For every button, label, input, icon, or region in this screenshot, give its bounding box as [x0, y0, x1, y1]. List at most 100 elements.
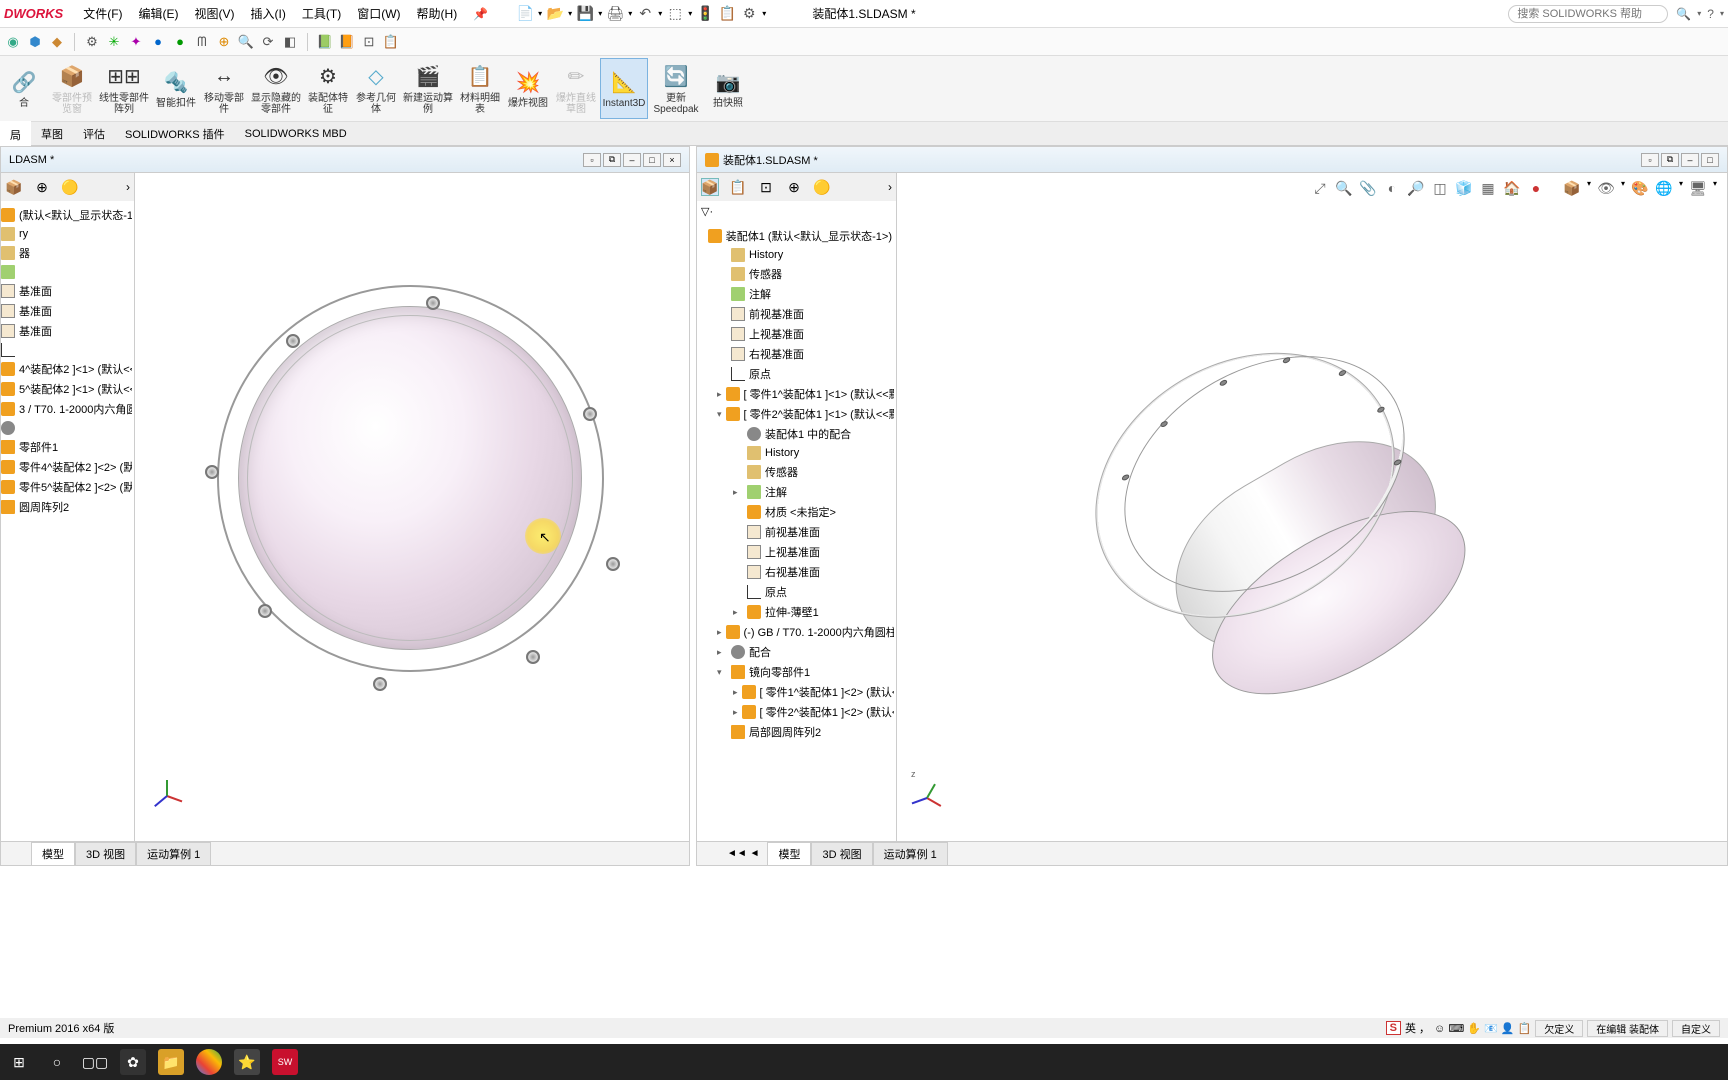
- tree-item[interactable]: 右视基准面: [699, 562, 894, 582]
- tree-item[interactable]: ▸[ 零件2^装配体1 ]<2> (默认<<: [699, 702, 894, 722]
- btab-model-right[interactable]: 模型: [767, 842, 811, 866]
- tree-item[interactable]: ▸[ 零件1^装配体1 ]<1> (默认<<默认: [699, 384, 894, 404]
- print-icon[interactable]: 🖨: [606, 5, 624, 23]
- vp-display-icon[interactable]: ▦: [1479, 179, 1497, 197]
- vp-zoom2-icon[interactable]: 🔎: [1407, 179, 1425, 197]
- vp-section-icon[interactable]: ◐: [1383, 179, 1401, 197]
- ribbon-assembly-feature[interactable]: ⚙装配体特征: [304, 58, 352, 119]
- solidworks-icon[interactable]: SW: [272, 1049, 298, 1075]
- tree-item[interactable]: 材质 <未指定>: [699, 502, 894, 522]
- ribbon-smart-fastener[interactable]: 🔩智能扣件: [152, 58, 200, 119]
- chrome-icon[interactable]: [196, 1049, 222, 1075]
- ribbon-move-component[interactable]: ↔移动零部件: [200, 58, 248, 119]
- chevron-right-icon[interactable]: ›: [126, 180, 130, 194]
- tb-icon-13[interactable]: ◧: [281, 33, 299, 51]
- search-icon[interactable]: 🔍: [1676, 7, 1691, 21]
- maximize-button[interactable]: □: [643, 153, 661, 167]
- vp-zoom-icon[interactable]: ⤢: [1311, 179, 1329, 197]
- chevron-right-icon-r[interactable]: ›: [888, 180, 892, 194]
- tree-item[interactable]: [1, 263, 132, 281]
- help-icon[interactable]: ?: [1707, 7, 1714, 21]
- vp-scene-icon[interactable]: 🏠: [1503, 179, 1521, 197]
- tb-icon-7[interactable]: ●: [149, 33, 167, 51]
- menu-view[interactable]: 视图(V): [187, 1, 243, 26]
- view-triad-left[interactable]: [155, 771, 195, 811]
- tree-item[interactable]: 3 / T70. 1-2000内六角圆柱头: [1, 399, 132, 419]
- app-icon-1[interactable]: ✿: [120, 1049, 146, 1075]
- tree-item[interactable]: 上视基准面: [699, 324, 894, 344]
- tree-tab-feature-icon[interactable]: 📦: [5, 178, 23, 196]
- vp-clip-icon[interactable]: 📎: [1359, 179, 1377, 197]
- menu-file[interactable]: 文件(F): [75, 1, 130, 26]
- tb-icon-16[interactable]: ⊡: [360, 33, 378, 51]
- menu-window[interactable]: 窗口(W): [349, 1, 408, 26]
- tb-icon-17[interactable]: 📋: [382, 33, 400, 51]
- ribbon-preview[interactable]: 📦零部件预览窗: [48, 58, 96, 119]
- tree-item[interactable]: ▸拉伸-薄壁1: [699, 602, 894, 622]
- tb-icon-4[interactable]: ⚙: [83, 33, 101, 51]
- vp-eye-icon[interactable]: 👁: [1597, 179, 1615, 197]
- tb-icon-5[interactable]: ✳: [105, 33, 123, 51]
- left-viewport[interactable]: ↖: [135, 173, 689, 841]
- left-doc-tab[interactable]: LDASM * ▫ ⧉ – □ ×: [1, 147, 689, 173]
- model-ring-front[interactable]: [195, 263, 625, 693]
- view-triad-right[interactable]: z: [915, 773, 955, 813]
- tree-tab-prop-icon-r[interactable]: 📋: [729, 178, 747, 196]
- btab-3dview-left[interactable]: 3D 视图: [75, 842, 136, 866]
- tree-item[interactable]: ▾[ 零件2^装配体1 ]<1> (默认<<默认: [699, 404, 894, 424]
- tb-icon-12[interactable]: ⟳: [259, 33, 277, 51]
- tree-item[interactable]: 原点: [699, 364, 894, 384]
- undo-icon[interactable]: ↶: [636, 5, 654, 23]
- tree-item[interactable]: 上视基准面: [699, 542, 894, 562]
- ribbon-ref-geometry[interactable]: ◇参考几何体: [352, 58, 400, 119]
- tree-item[interactable]: ▸[ 零件1^装配体1 ]<2> (默认<<: [699, 682, 894, 702]
- tab-evaluate[interactable]: 评估: [73, 122, 115, 146]
- tree-item[interactable]: 传感器: [699, 462, 894, 482]
- tb-icon-3[interactable]: ◆: [48, 33, 66, 51]
- tree-item[interactable]: 基准面: [1, 321, 132, 341]
- tb-icon-14[interactable]: 📗: [316, 33, 334, 51]
- ribbon-speedpak[interactable]: 🔄更新Speedpak: [648, 58, 704, 119]
- settings-icon[interactable]: ⚙: [740, 5, 758, 23]
- tb-icon-9[interactable]: ᗰ: [193, 33, 211, 51]
- tb-icon-2[interactable]: ⬢: [26, 33, 44, 51]
- ime-lang[interactable]: 英 ，: [1405, 1020, 1430, 1036]
- vp-appearance-icon[interactable]: 🎨: [1631, 179, 1649, 197]
- tree-item[interactable]: 装配体1 (默认<默认_显示状态-1>): [699, 226, 894, 246]
- tree-tab-display-icon-r[interactable]: 🟡: [813, 178, 831, 196]
- tree-item[interactable]: History: [699, 246, 894, 264]
- start-button[interactable]: ⊞: [6, 1049, 32, 1075]
- tree-tab-cross-icon-r[interactable]: ⊕: [785, 178, 803, 196]
- model-ring-iso[interactable]: [1082, 308, 1492, 718]
- scroll-left-icon[interactable]: ◄◄ ◄: [727, 848, 759, 859]
- tree-tab-display-icon[interactable]: 🟡: [61, 178, 79, 196]
- tab-layout[interactable]: 局: [0, 121, 31, 147]
- status-constraint[interactable]: 欠定义: [1535, 1020, 1583, 1037]
- menu-pin-icon[interactable]: 📌: [465, 3, 496, 25]
- btab-3dview-right[interactable]: 3D 视图: [811, 842, 872, 866]
- tree-item[interactable]: 原点: [699, 582, 894, 602]
- tree-item[interactable]: 基准面: [1, 301, 132, 321]
- tree-item[interactable]: 前视基准面: [699, 304, 894, 324]
- tb-icon-6[interactable]: ✦: [127, 33, 145, 51]
- tree-content-right[interactable]: 装配体1 (默认<默认_显示状态-1>)History传感器注解前视基准面上视基…: [697, 222, 896, 746]
- tb-icon-8[interactable]: ●: [171, 33, 189, 51]
- btab-motion-right[interactable]: 运动算例 1: [873, 842, 948, 866]
- menu-insert[interactable]: 插入(I): [243, 1, 294, 26]
- tree-item[interactable]: 零件5^装配体2 ]<2> (默认<<: [1, 477, 132, 497]
- ribbon-snapshot[interactable]: 📷拍快照: [704, 58, 752, 119]
- tree-tab-config-icon-r[interactable]: ⊡: [757, 178, 775, 196]
- win-btn-r2[interactable]: ⧉: [1661, 153, 1679, 167]
- vp-cube-icon[interactable]: 📦: [1563, 179, 1581, 197]
- vp-fit-icon[interactable]: 🔍: [1335, 179, 1353, 197]
- save-icon[interactable]: 💾: [576, 5, 594, 23]
- tree-item[interactable]: 4^装配体2 ]<1> (默认<<默认: [1, 359, 132, 379]
- tree-item[interactable]: ▸配合: [699, 642, 894, 662]
- tree-item[interactable]: 圆周阵列2: [1, 497, 132, 517]
- maximize-button-r[interactable]: □: [1701, 153, 1719, 167]
- options-icon[interactable]: 📋: [718, 5, 736, 23]
- tree-item[interactable]: 传感器: [699, 264, 894, 284]
- menu-edit[interactable]: 编辑(E): [131, 1, 187, 26]
- tree-tab-config-icon[interactable]: ⊕: [33, 178, 51, 196]
- explorer-icon[interactable]: 📁: [158, 1049, 184, 1075]
